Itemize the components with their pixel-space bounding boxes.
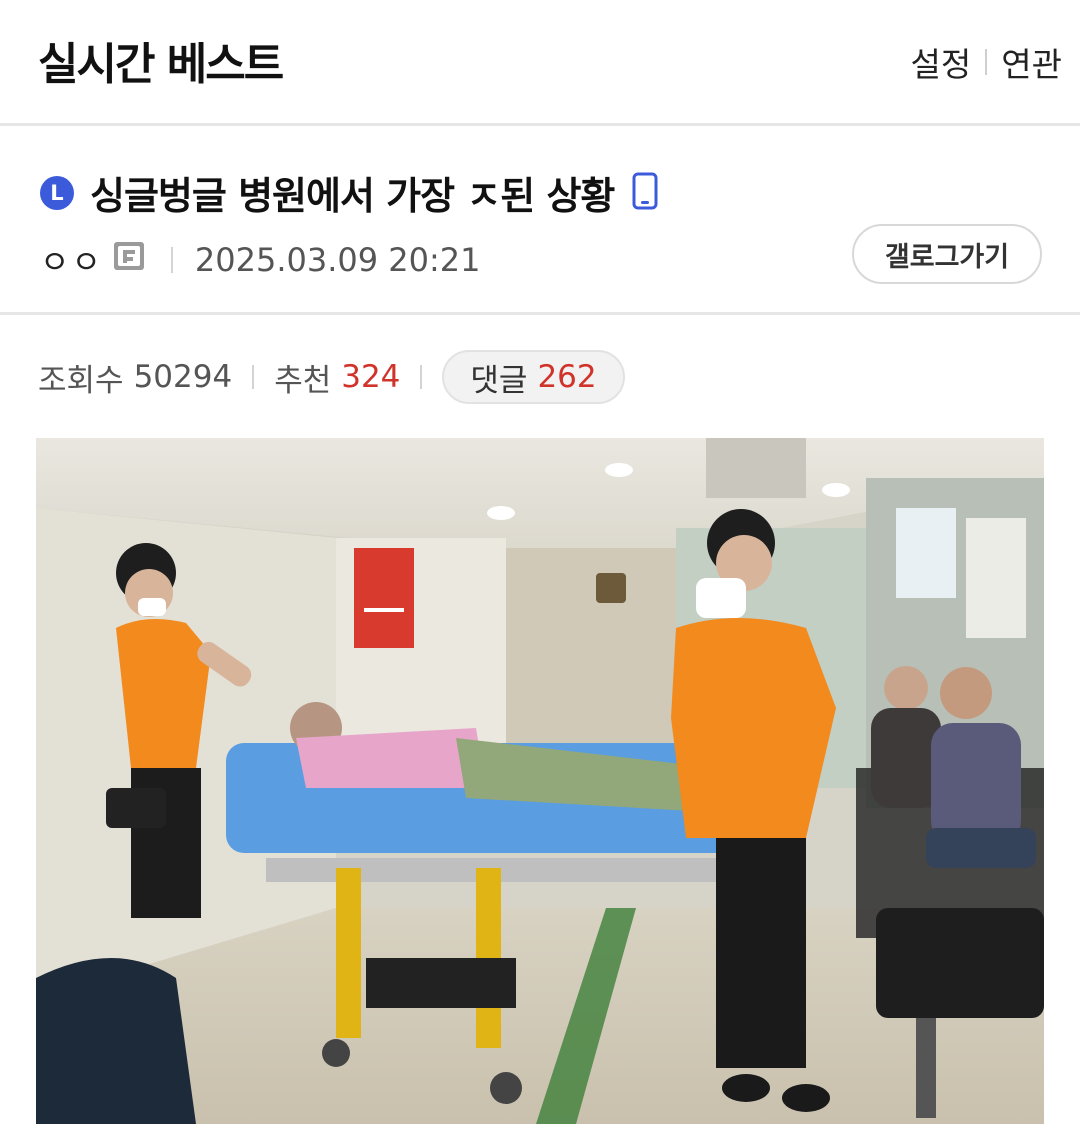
post-date: 2025.03.09 20:21 <box>194 241 481 279</box>
post-title-row: L 싱글벙글 병원에서 가장 ㅈ된 상황 <box>40 165 658 220</box>
mobile-phone-icon <box>632 172 658 214</box>
top-header: 실시간 베스트 설정 연관 <box>0 0 1080 126</box>
author-row: ㅇㅇ 2025.03.09 20:21 <box>40 237 481 283</box>
related-link[interactable]: 연관 <box>1001 38 1062 86</box>
divider <box>252 365 255 389</box>
list-badge-icon: L <box>40 175 74 210</box>
comments-count: 262 <box>537 359 597 395</box>
post-title: 싱글벙글 병원에서 가장 ㅈ된 상황 <box>90 174 615 218</box>
comments-button[interactable]: 댓글 262 <box>442 350 625 404</box>
gallog-button[interactable]: 갤로그가기 <box>852 224 1042 284</box>
divider <box>420 365 423 389</box>
hospital-stretcher-photo <box>36 438 1044 1124</box>
recommend-count: 324 <box>341 359 401 395</box>
post-photo <box>36 438 1044 1124</box>
post-header: L 싱글벙글 병원에서 가장 ㅈ된 상황 ㅇㅇ 2025.03.09 20:21… <box>0 129 1080 315</box>
divider <box>985 49 988 75</box>
author-name[interactable]: ㅇㅇ <box>40 237 103 283</box>
fixed-nick-icon <box>113 241 145 279</box>
views-label: 조회수 <box>38 362 124 399</box>
stats-row: 조회수 50294 추천 324 댓글 262 <box>38 350 625 404</box>
page-title: 실시간 베스트 <box>38 39 284 90</box>
recommend-label: 추천 <box>274 362 332 399</box>
settings-link[interactable]: 설정 <box>911 38 972 86</box>
views-count: 50294 <box>133 359 233 395</box>
header-links: 설정 연관 <box>911 38 1062 86</box>
divider <box>170 247 173 273</box>
comments-label: 댓글 <box>470 362 528 399</box>
